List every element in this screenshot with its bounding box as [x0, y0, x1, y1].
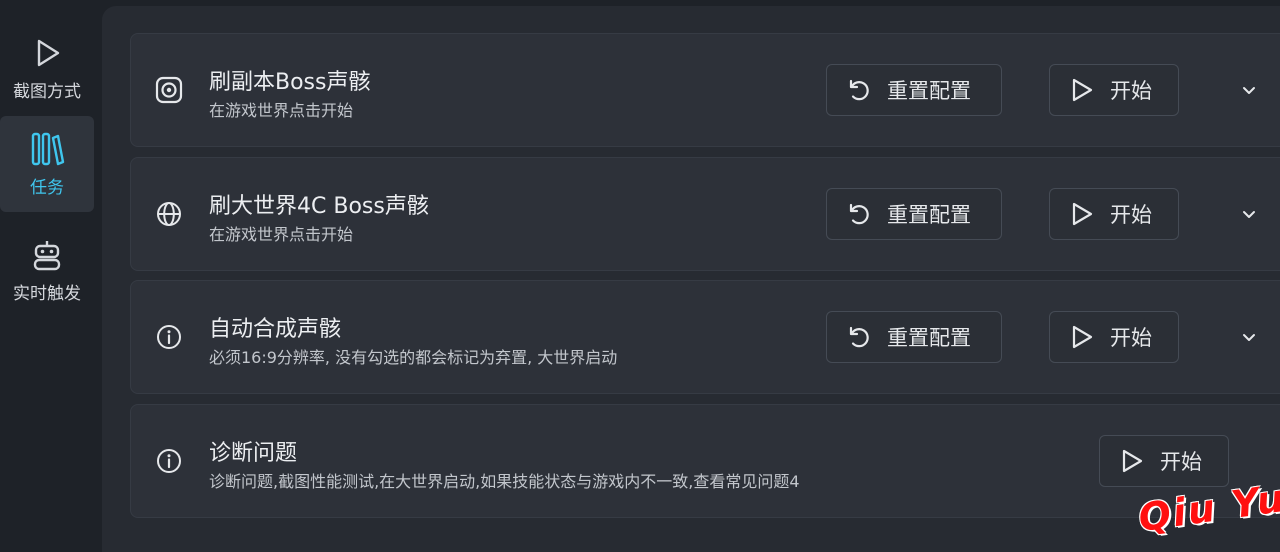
undo-icon — [845, 200, 873, 228]
play-icon — [1068, 200, 1096, 228]
task-subtitle: 必须16:9分辨率, 没有勾选的都会标记为弃置, 大世界启动 — [209, 348, 618, 367]
sidebar-item-screenshot-mode[interactable]: 截图方式 — [0, 20, 94, 116]
chevron-down-icon[interactable] — [1237, 202, 1261, 226]
task-card-dungeon-boss: 刷副本Boss声骸 在游戏世界点击开始 重置配置 开始 — [130, 33, 1280, 147]
chevron-down-icon[interactable] — [1237, 78, 1261, 102]
start-label: 开始 — [1110, 203, 1152, 227]
reset-config-label: 重置配置 — [887, 326, 971, 350]
start-button[interactable]: 开始 — [1049, 188, 1179, 240]
task-card-auto-merge: 自动合成声骸 必须16:9分辨率, 没有勾选的都会标记为弃置, 大世界启动 重置… — [130, 280, 1280, 394]
sidebar-item-label: 截图方式 — [13, 81, 81, 102]
reset-config-label: 重置配置 — [887, 203, 971, 227]
task-title: 刷副本Boss声骸 — [209, 70, 371, 95]
play-icon — [29, 35, 65, 71]
play-icon — [1068, 323, 1096, 351]
task-title: 诊断问题 — [209, 441, 298, 466]
reset-config-button[interactable]: 重置配置 — [826, 188, 1002, 240]
start-label: 开始 — [1110, 326, 1152, 350]
start-button[interactable]: 开始 — [1099, 435, 1229, 487]
start-label: 开始 — [1160, 450, 1202, 474]
sidebar-item-label: 任务 — [30, 177, 64, 198]
sidebar: 截图方式 任务 实时触发 — [0, 0, 102, 552]
play-icon — [1068, 76, 1096, 104]
task-title: 自动合成声骸 — [209, 317, 342, 342]
sidebar-item-tasks[interactable]: 任务 — [0, 116, 94, 212]
reset-config-button[interactable]: 重置配置 — [826, 311, 1002, 363]
undo-icon — [845, 76, 873, 104]
robot-icon — [29, 237, 65, 273]
reset-config-label: 重置配置 — [887, 79, 971, 103]
sidebar-item-label: 实时触发 — [13, 283, 81, 304]
start-button[interactable]: 开始 — [1049, 311, 1179, 363]
start-button[interactable]: 开始 — [1049, 64, 1179, 116]
info-icon — [153, 321, 185, 353]
reset-config-button[interactable]: 重置配置 — [826, 64, 1002, 116]
target-icon — [153, 74, 185, 106]
undo-icon — [845, 323, 873, 351]
sidebar-item-realtime-trigger[interactable]: 实时触发 — [0, 222, 94, 318]
task-card-world-4c-boss: 刷大世界4C Boss声骸 在游戏世界点击开始 重置配置 开始 — [130, 157, 1280, 271]
task-subtitle: 在游戏世界点击开始 — [209, 225, 354, 244]
play-icon — [1118, 447, 1146, 475]
task-card-diagnose: 诊断问题 诊断问题,截图性能测试,在大世界启动,如果技能状态与游戏内不一致,查看… — [130, 404, 1280, 518]
start-label: 开始 — [1110, 79, 1152, 103]
info-icon — [153, 445, 185, 477]
globe-icon — [153, 198, 185, 230]
task-subtitle: 在游戏世界点击开始 — [209, 101, 354, 120]
library-icon — [29, 131, 65, 167]
chevron-down-icon[interactable] — [1237, 325, 1261, 349]
task-title: 刷大世界4C Boss声骸 — [209, 194, 429, 219]
task-subtitle: 诊断问题,截图性能测试,在大世界启动,如果技能状态与游戏内不一致,查看常见问题4 — [209, 472, 800, 491]
